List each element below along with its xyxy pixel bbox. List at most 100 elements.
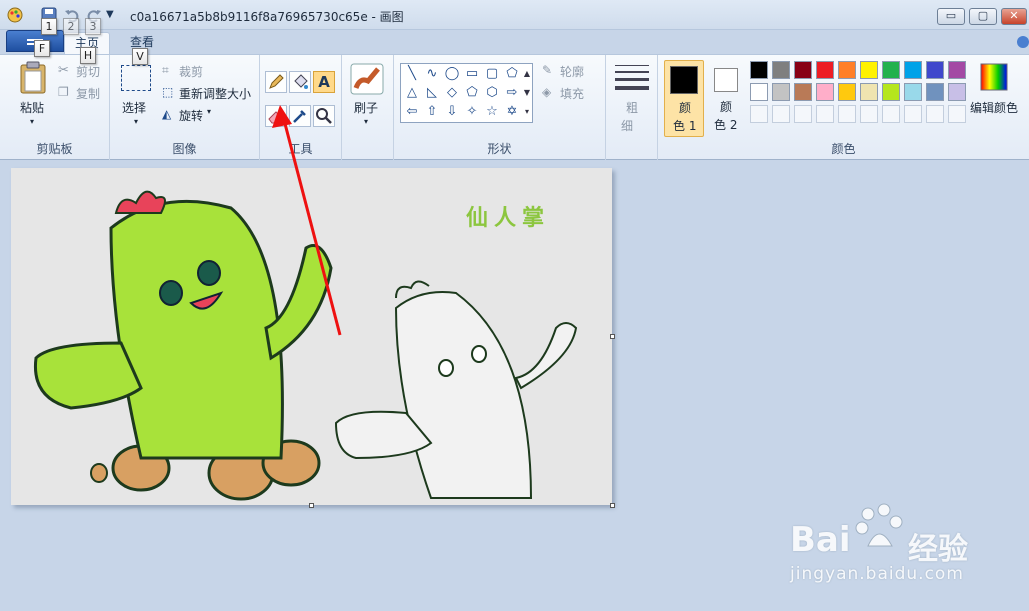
maximize-button[interactable]: ▢ <box>969 8 997 25</box>
palette-empty-swatch[interactable] <box>860 105 878 123</box>
palette-empty-swatch[interactable] <box>904 105 922 123</box>
left-arrow-shape-icon[interactable]: ⇦ <box>403 104 421 120</box>
brushes-dropdown-icon[interactable]: ▾ <box>364 117 368 126</box>
palette-swatch[interactable] <box>860 83 878 101</box>
rotate-icon[interactable]: ◭ <box>162 107 171 121</box>
fill-tool[interactable] <box>289 71 311 93</box>
paste-icon[interactable] <box>18 61 48 95</box>
diamond-shape-icon[interactable]: ◇ <box>443 85 461 101</box>
right-arrow-shape-icon[interactable]: ⇨ <box>503 85 521 101</box>
keytip-1: 1 <box>41 18 57 35</box>
palette-swatch[interactable] <box>838 83 856 101</box>
oval-shape-icon[interactable]: ◯ <box>443 66 461 82</box>
size-lines-icon[interactable] <box>615 65 649 93</box>
polygon-shape-icon[interactable]: ⬠ <box>503 66 521 82</box>
ribbon: 粘贴 ▾ ✂ 剪切 ❐ 复制 剪贴板 选择 ▾ ⌗ 裁剪 ⬚ 重新调整大小 ◭ … <box>0 54 1029 160</box>
close-button[interactable]: ✕ <box>1001 8 1027 25</box>
keytip-3: 3 <box>85 18 101 35</box>
palette-empty-swatch[interactable] <box>882 105 900 123</box>
shapes-gallery[interactable]: ╲ ∿ ◯ ▭ ▢ ⬠ △ ◺ ◇ ⬠ ⬡ ⇨ ⇦ ⇧ ⇩ ✧ ☆ ✡ ▲ ▼ … <box>400 63 533 123</box>
select-dropdown-icon[interactable]: ▾ <box>134 117 138 126</box>
qat-dropdown-icon[interactable]: ▼ <box>106 6 124 24</box>
size-label-2[interactable]: 细 <box>621 117 633 134</box>
palette-empty-swatch[interactable] <box>838 105 856 123</box>
palette-swatch[interactable] <box>948 61 966 79</box>
pencil-tool[interactable] <box>265 71 287 93</box>
down-arrow-shape-icon[interactable]: ⇩ <box>443 104 461 120</box>
watermark-brand: Bai <box>790 520 851 560</box>
shapes-scroll-down-icon[interactable]: ▼ <box>521 85 533 101</box>
palette-swatch[interactable] <box>816 83 834 101</box>
palette-swatch[interactable] <box>948 83 966 101</box>
palette-swatch[interactable] <box>882 61 900 79</box>
paste-dropdown-icon[interactable]: ▾ <box>30 117 34 126</box>
palette-empty-swatch[interactable] <box>926 105 944 123</box>
paint-app-icon[interactable] <box>6 6 24 24</box>
palette-swatch[interactable] <box>816 61 834 79</box>
edit-colors-icon[interactable] <box>980 63 1008 91</box>
minimize-button[interactable]: ▭ <box>937 8 965 25</box>
palette-empty-swatch[interactable] <box>816 105 834 123</box>
rotate-dropdown-icon[interactable]: ▾ <box>207 107 211 116</box>
watermark-brand2: 经验 <box>908 532 968 567</box>
four-star-shape-icon[interactable]: ✧ <box>463 104 481 120</box>
color1-selector[interactable]: 颜 色 1 <box>664 60 704 137</box>
palette-empty-swatch[interactable] <box>948 105 966 123</box>
palette-swatch[interactable] <box>772 83 790 101</box>
palette-swatch[interactable] <box>926 83 944 101</box>
color1-label-a: 颜 <box>679 101 692 115</box>
resize-icon[interactable]: ⬚ <box>162 85 173 99</box>
cut-icon: ✂ <box>58 63 69 78</box>
five-star-shape-icon[interactable]: ☆ <box>483 104 501 120</box>
brushes-label[interactable]: 刷子 <box>354 99 378 116</box>
hexagon-shape-icon[interactable]: ⬡ <box>483 85 501 101</box>
rectangle-shape-icon[interactable]: ▭ <box>463 66 481 82</box>
annotation-arrow <box>272 105 342 336</box>
palette-swatch[interactable] <box>750 83 768 101</box>
color2-selector[interactable]: 颜 色 2 <box>708 60 744 137</box>
brush-icon[interactable] <box>350 63 384 95</box>
canvas-title-text: 仙人掌 <box>466 205 550 231</box>
rotate-label[interactable]: 旋转 <box>179 107 203 124</box>
text-a-icon: A <box>318 73 330 91</box>
color2-label-a: 颜 <box>720 100 733 114</box>
select-label[interactable]: 选择 <box>122 99 146 116</box>
resize-handle-right[interactable] <box>610 334 615 339</box>
palette-swatch[interactable] <box>794 61 812 79</box>
shapes-scroll-up-icon[interactable]: ▲ <box>521 66 533 82</box>
palette-empty-swatch[interactable] <box>750 105 768 123</box>
palette-swatch[interactable] <box>904 83 922 101</box>
help-icon[interactable] <box>1016 35 1029 49</box>
text-tool[interactable]: A <box>313 71 335 93</box>
six-star-shape-icon[interactable]: ✡ <box>503 104 521 120</box>
palette-swatch[interactable] <box>860 61 878 79</box>
size-label-1[interactable]: 粗 <box>626 99 638 116</box>
palette-swatch[interactable] <box>904 61 922 79</box>
baidu-paw-icon <box>855 503 903 547</box>
resize-handle-bottom[interactable] <box>309 503 314 508</box>
image-group-label: 图像 <box>172 142 197 156</box>
curve-shape-icon[interactable]: ∿ <box>423 66 441 82</box>
triangle-shape-icon[interactable]: △ <box>403 85 421 101</box>
resize-handle-corner[interactable] <box>610 503 615 508</box>
edit-colors-label[interactable]: 编辑颜色 <box>970 99 1018 116</box>
title-bar: ▼ c0a16671a5b8b9116f8a76965730c65e - 画图 … <box>0 0 1029 30</box>
palette-swatch[interactable] <box>750 61 768 79</box>
select-icon[interactable] <box>121 65 151 91</box>
shapes-more-icon[interactable]: ▾ <box>521 104 533 120</box>
paste-label[interactable]: 粘贴 <box>20 99 44 116</box>
up-arrow-shape-icon[interactable]: ⇧ <box>423 104 441 120</box>
palette-swatch[interactable] <box>926 61 944 79</box>
palette-swatch[interactable] <box>838 61 856 79</box>
palette-empty-swatch[interactable] <box>772 105 790 123</box>
rounded-rect-shape-icon[interactable]: ▢ <box>483 66 501 82</box>
resize-label[interactable]: 重新调整大小 <box>179 85 251 102</box>
palette-swatch[interactable] <box>794 83 812 101</box>
pentagon-shape-icon[interactable]: ⬠ <box>463 85 481 101</box>
palette-swatch[interactable] <box>882 83 900 101</box>
color-palette <box>750 61 972 127</box>
palette-empty-swatch[interactable] <box>794 105 812 123</box>
palette-swatch[interactable] <box>772 61 790 79</box>
line-shape-icon[interactable]: ╲ <box>403 66 421 82</box>
right-triangle-shape-icon[interactable]: ◺ <box>423 85 441 101</box>
